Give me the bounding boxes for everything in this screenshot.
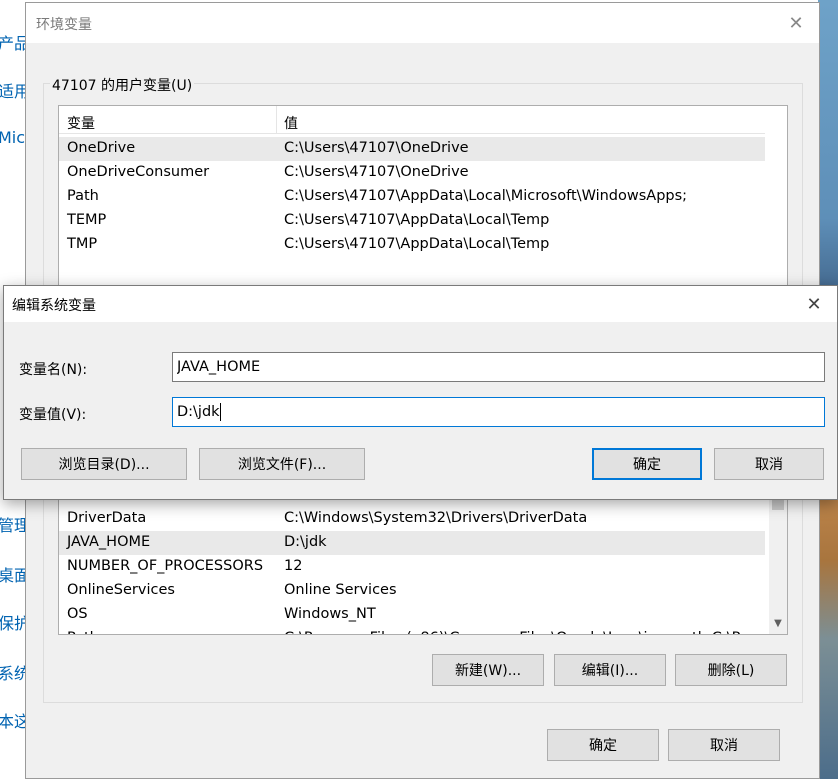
- background-link[interactable]: 系统: [0, 660, 26, 684]
- background-link[interactable]: 桌面: [0, 562, 26, 586]
- variable-value-field[interactable]: [172, 397, 825, 427]
- user-variables-list[interactable]: 变量 值 OneDrive C:\Users\47107\OneDrive OneD…: [58, 105, 788, 295]
- background-link[interactable]: 产品密: [0, 30, 26, 54]
- delete-variable-button[interactable]: 删除(L): [675, 654, 787, 686]
- variable-name-field[interactable]: [172, 352, 825, 382]
- variable-value-cell: C:\Users\47107\AppData\Local\Microsoft\W…: [284, 188, 688, 204]
- dialog-titlebar: 编辑系统变量 ✕: [4, 286, 837, 322]
- list-item[interactable]: Path C:\Program Files (x86)\Common Files\…: [59, 627, 765, 634]
- close-icon[interactable]: ✕: [773, 8, 819, 38]
- variable-name-cell: OneDriveConsumer: [67, 164, 210, 180]
- variable-value-cell: Windows_NT: [284, 606, 376, 622]
- variable-name-cell: TMP: [67, 236, 98, 252]
- background-link[interactable]: 适用于: [0, 78, 26, 102]
- dialog-titlebar: 环境变量 ✕: [26, 3, 819, 43]
- variable-name-cell: TEMP: [67, 212, 107, 228]
- column-divider[interactable]: [276, 106, 277, 134]
- new-variable-button[interactable]: 新建(W)...: [432, 654, 544, 686]
- variable-value-cell: C:\Users\47107\OneDrive: [284, 140, 469, 156]
- list-item[interactable]: TEMP C:\Users\47107\AppData\Local\Temp: [59, 209, 765, 233]
- ok-button[interactable]: 确定: [592, 448, 702, 480]
- background-link[interactable]: 保护: [0, 610, 26, 634]
- browse-directory-button[interactable]: 浏览目录(D)...: [21, 448, 187, 480]
- chevron-down-icon[interactable]: ▼: [769, 614, 787, 632]
- column-header-variable[interactable]: 变量: [67, 113, 95, 133]
- variable-value-cell: C:\Users\47107\AppData\Local\Temp: [284, 212, 550, 228]
- variable-name-cell: OS: [67, 606, 88, 622]
- list-item[interactable]: OnlineServices Online Services: [59, 579, 765, 603]
- variable-value-cell: C:\Users\47107\OneDrive: [284, 164, 469, 180]
- variable-name-cell: Path: [67, 630, 99, 634]
- list-item[interactable]: Path C:\Users\47107\AppData\Local\Microso…: [59, 185, 765, 209]
- user-variables-label: 47107 的用户变量(U): [50, 75, 195, 95]
- list-item[interactable]: NUMBER_OF_PROCESSORS 12: [59, 555, 765, 579]
- column-header-value[interactable]: 值: [284, 113, 298, 133]
- variable-name-cell: NUMBER_OF_PROCESSORS: [67, 558, 264, 574]
- list-item[interactable]: OneDriveConsumer C:\Users\47107\OneDrive: [59, 161, 765, 185]
- dialog-title: 环境变量: [36, 17, 92, 33]
- cancel-button[interactable]: 取消: [714, 448, 824, 480]
- background-link[interactable]: 本这台: [0, 708, 26, 732]
- list-header: 变量 值: [59, 106, 765, 134]
- edit-system-variable-dialog: 编辑系统变量 ✕ 变量名(N): 变量值(V): 浏览目录(D)... 浏览文件…: [3, 285, 838, 500]
- dialog-title: 编辑系统变量: [12, 298, 96, 314]
- list-item[interactable]: OS Windows_NT: [59, 603, 765, 627]
- variable-name-cell: OneDrive: [67, 140, 136, 156]
- variable-name-cell: Path: [67, 188, 99, 204]
- variable-value-cell: C:\Windows\System32\Drivers\DriverData: [284, 510, 588, 526]
- list-item[interactable]: OneDrive C:\Users\47107\OneDrive: [59, 137, 765, 161]
- variable-value-cell: D:\jdk: [284, 534, 327, 550]
- background-link[interactable]: 管理: [0, 512, 26, 536]
- variable-name-cell: OnlineServices: [67, 582, 175, 598]
- variable-value-label: 变量值(V):: [19, 407, 87, 423]
- scrollbar[interactable]: ▼: [769, 494, 787, 634]
- cancel-button[interactable]: 取消: [668, 729, 780, 761]
- list-item[interactable]: TMP C:\Users\47107\AppData\Local\Temp: [59, 233, 765, 257]
- variable-name-cell: DriverData: [67, 510, 147, 526]
- system-variables-list[interactable]: DriverData C:\Windows\System32\Drivers\Dr…: [58, 493, 788, 635]
- browse-file-button[interactable]: 浏览文件(F)...: [199, 448, 365, 480]
- variable-value-cell: C:\Program Files (x86)\Common Files\Orac…: [284, 630, 740, 634]
- variable-value-cell: Online Services: [284, 582, 397, 598]
- ok-button[interactable]: 确定: [547, 729, 659, 761]
- variable-value-cell: C:\Users\47107\AppData\Local\Temp: [284, 236, 550, 252]
- close-icon[interactable]: ✕: [791, 289, 837, 319]
- list-item[interactable]: DriverData C:\Windows\System32\Drivers\Dr…: [59, 507, 765, 531]
- variable-name-cell: JAVA_HOME: [67, 534, 151, 550]
- variable-name-label: 变量名(N):: [19, 362, 88, 378]
- background-link[interactable]: Micr: [0, 128, 26, 147]
- list-item[interactable]: JAVA_HOME D:\jdk: [59, 531, 765, 555]
- edit-variable-button[interactable]: 编辑(I)...: [554, 654, 666, 686]
- variable-value-cell: 12: [284, 558, 303, 574]
- text-caret: [220, 403, 221, 421]
